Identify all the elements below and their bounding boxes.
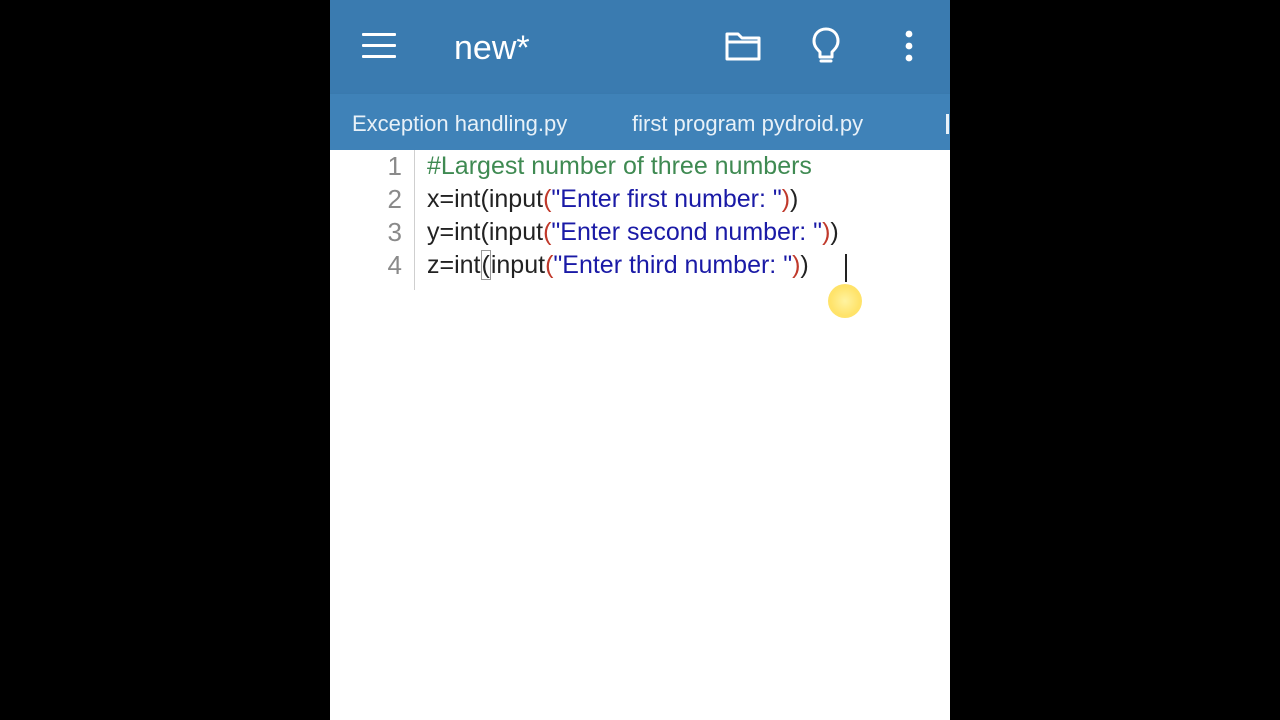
- menu-icon[interactable]: [362, 33, 396, 59]
- line-number: 4: [387, 250, 402, 280]
- gutter-divider: [414, 150, 415, 290]
- file-tabs: Exception handling.py first program pydr…: [330, 94, 950, 150]
- code-string: "Enter second number: ": [551, 218, 823, 246]
- line-number: 2: [387, 184, 402, 214]
- code-line-3: y=int(input("Enter second number: ")): [427, 216, 839, 249]
- code-token: input: [488, 185, 544, 213]
- matched-bracket: (: [480, 250, 491, 280]
- tab-first-program[interactable]: first program pydroid.py: [632, 94, 863, 150]
- app-bar: new*: [330, 0, 950, 94]
- line-number: 3: [387, 217, 402, 247]
- touch-indicator: [828, 284, 862, 318]
- code-paren: (: [480, 218, 489, 246]
- code-paren: (: [480, 185, 489, 213]
- code-editor[interactable]: 1 2 3 4 #Largest number of three numbers…: [330, 150, 950, 720]
- code-token: x=int: [427, 185, 481, 213]
- folder-icon[interactable]: [724, 30, 762, 67]
- code-paren: ): [790, 185, 799, 213]
- code-comment: #Largest number of three numbers: [427, 152, 812, 180]
- code-line-1: #Largest number of three numbers: [427, 150, 812, 183]
- line-number: 1: [387, 151, 402, 181]
- code-token: z=int: [427, 251, 481, 279]
- phone-screen: new* Exception handling.py first program…: [330, 0, 950, 720]
- code-token: input: [490, 251, 546, 279]
- tab-exception-handling[interactable]: Exception handling.py: [352, 94, 567, 150]
- more-vert-icon[interactable]: [904, 30, 914, 67]
- code-line-4: z=int(input("Enter third number: ")): [427, 249, 809, 282]
- tab-overflow-indicator[interactable]: [946, 114, 950, 134]
- code-token: input: [488, 218, 544, 246]
- file-title: new*: [454, 29, 530, 67]
- code-string: "Enter first number: ": [551, 185, 782, 213]
- text-cursor: [845, 254, 847, 282]
- code-paren: ): [800, 251, 809, 279]
- lightbulb-icon[interactable]: [811, 26, 841, 71]
- code-paren: ): [830, 218, 839, 246]
- code-string: "Enter third number: ": [553, 251, 793, 279]
- code-token: y=int: [427, 218, 481, 246]
- code-paren: ): [781, 185, 791, 213]
- code-line-2: x=int(input("Enter first number: ")): [427, 183, 798, 216]
